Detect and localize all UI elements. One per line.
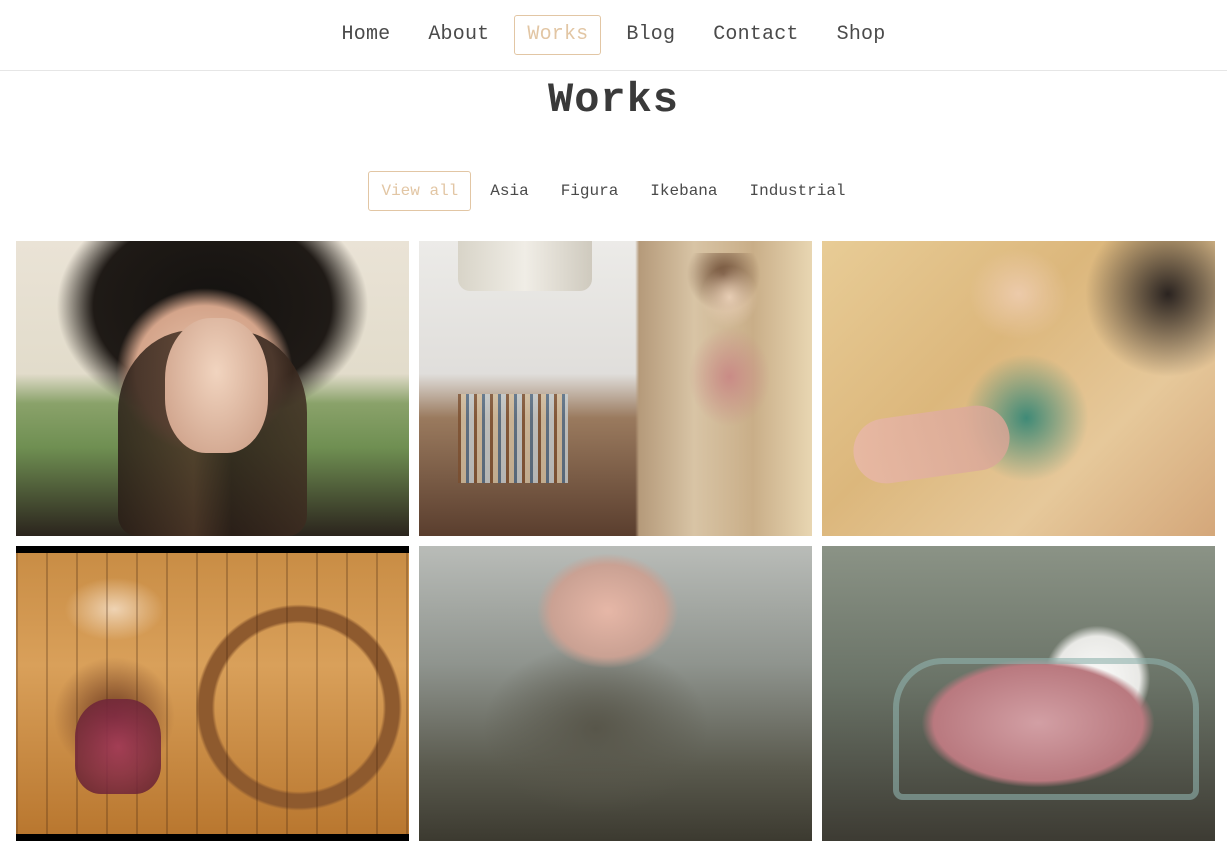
gallery-item[interactable] xyxy=(16,546,409,841)
nav-contact-link[interactable]: Contact xyxy=(700,15,811,55)
filter-ikebana[interactable]: Ikebana xyxy=(637,171,730,211)
filter-industrial[interactable]: Industrial xyxy=(737,171,859,211)
gallery-item[interactable] xyxy=(822,546,1215,841)
nav-shop-link[interactable]: Shop xyxy=(824,15,899,55)
filter-figura[interactable]: Figura xyxy=(548,171,632,211)
artwork-image xyxy=(822,241,1215,536)
artwork-detail xyxy=(165,317,268,454)
artwork-detail xyxy=(892,658,1200,800)
main-nav: Home About Works Blog Contact Shop xyxy=(0,0,1227,71)
page-title: Works xyxy=(547,76,680,124)
gallery-item[interactable] xyxy=(419,241,812,536)
artwork-detail xyxy=(458,241,592,292)
artwork-image xyxy=(419,546,812,841)
gallery-item[interactable] xyxy=(419,546,812,841)
gallery-item[interactable] xyxy=(822,241,1215,536)
filter-view-all[interactable]: View all xyxy=(368,171,472,211)
nav-works-link[interactable]: Works xyxy=(514,15,602,55)
artwork-detail xyxy=(74,699,162,794)
artwork-detail xyxy=(458,394,569,483)
nav-home-link[interactable]: Home xyxy=(329,15,404,55)
works-gallery xyxy=(16,241,1215,841)
gallery-item[interactable] xyxy=(16,241,409,536)
artwork-detail xyxy=(670,252,789,430)
category-filter-bar: View all Asia Figura Ikebana Industrial xyxy=(0,171,1227,211)
nav-blog-link[interactable]: Blog xyxy=(613,15,688,55)
filter-asia[interactable]: Asia xyxy=(477,171,541,211)
artwork-image xyxy=(16,546,409,841)
nav-about-link[interactable]: About xyxy=(415,15,502,55)
